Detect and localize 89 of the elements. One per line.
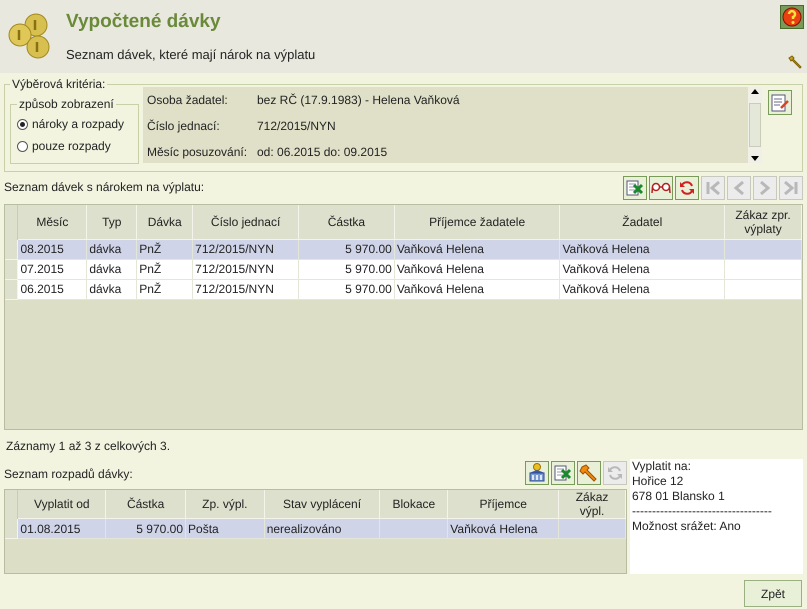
- column-header[interactable]: Zp. výpl.: [186, 490, 264, 518]
- field-label: Měsíc posuzování:: [147, 145, 248, 159]
- column-header[interactable]: Žadatel: [560, 205, 725, 239]
- table-cell: 07.2015: [20, 262, 64, 276]
- refresh-icon: [606, 464, 624, 482]
- column-header[interactable]: Příjemce: [448, 490, 559, 518]
- table-row[interactable]: 01.08.2015 5 970.00 Pošta nerealizováno Vaňková Helena: [5, 518, 626, 538]
- help-button[interactable]: [780, 5, 804, 29]
- column-header[interactable]: Zákaz zpr. výplaty: [724, 205, 802, 239]
- field-label: Číslo jednací:: [147, 119, 221, 133]
- table-cell: Vaňková Helena: [562, 262, 650, 276]
- column-header[interactable]: Částka: [106, 490, 186, 518]
- table-cell: 5 970.00: [345, 242, 392, 256]
- group-legend: způsob zobrazení: [17, 95, 116, 113]
- table-row[interactable]: 08.2015 dávka PnŽ 712/2015/NYN 5 970.00 Vaňková Helena Vaňková Helena: [5, 239, 802, 259]
- column-header[interactable]: Typ: [86, 205, 137, 239]
- table-cell: dávka: [89, 242, 122, 256]
- table-cell: 5 970.00: [345, 262, 392, 276]
- radio-button[interactable]: [17, 140, 28, 152]
- payout-line: Možnost srážet: Ano: [632, 519, 742, 534]
- table-cell: PnŽ: [139, 282, 162, 296]
- scroll-up-icon: [751, 89, 759, 94]
- toolbar-button[interactable]: [623, 176, 647, 200]
- edit-list-icon: [771, 94, 789, 112]
- edit-criteria-button[interactable]: [768, 90, 792, 115]
- toolbar-button[interactable]: [675, 176, 699, 200]
- table-cell: PnŽ: [139, 242, 162, 256]
- payout-line: 678 01 Blansko 1: [632, 489, 726, 504]
- payout-line: -----------------------------------: [632, 504, 773, 519]
- section-label: Seznam dávek s nárokem na výplatu:: [4, 179, 204, 196]
- table-cell: 712/2015/NYN: [195, 242, 274, 256]
- table-row[interactable]: 07.2015 dávka PnŽ 712/2015/NYN 5 970.00 Vaňková Helena Vaňková Helena: [5, 259, 802, 279]
- table-cell: dávka: [89, 282, 122, 296]
- table-cell: Vaňková Helena: [562, 282, 650, 296]
- field-label: Osoba žadatel:: [147, 93, 229, 107]
- column-header[interactable]: Dávka: [136, 205, 193, 239]
- help-icon: [782, 7, 802, 27]
- page-title: Vypočtené dávky: [66, 10, 222, 34]
- scrollbar[interactable]: [748, 87, 762, 163]
- section-label: Seznam rozpadů dávky:: [4, 466, 133, 483]
- toolbar-button[interactable]: [649, 176, 673, 200]
- refresh-icon: [678, 179, 696, 197]
- column-header[interactable]: Číslo jednací: [192, 205, 299, 239]
- table-cell: 01.08.2015: [20, 522, 80, 536]
- column-header[interactable]: Blokace: [380, 490, 448, 518]
- table-cell: dávka: [89, 262, 122, 276]
- column-header[interactable]: Příjemce žadatele: [394, 205, 560, 239]
- toolbar-button[interactable]: [577, 461, 601, 485]
- table-cell: PnŽ: [139, 262, 162, 276]
- field-value: 712/2015/NYN: [257, 118, 336, 135]
- table-cell: 5 970.00: [136, 522, 184, 536]
- payout-line: Hořice 12: [632, 474, 684, 489]
- group-legend: Výběrová kritéria:: [10, 75, 108, 93]
- spreadsheet-export-icon: [554, 464, 572, 482]
- column-header[interactable]: Měsíc: [18, 205, 87, 239]
- table-row[interactable]: 06.2015 dávka PnŽ 712/2015/NYN 5 970.00 Vaňková Helena Vaňková Helena: [5, 279, 802, 299]
- table-cell: 5 970.00: [345, 282, 392, 296]
- records-count: Záznamy 1 až 3 z celkových 3.: [6, 438, 172, 455]
- table-cell: 712/2015/NYN: [195, 262, 274, 276]
- spreadsheet-export-icon: [626, 179, 644, 197]
- table-cell: 08.2015: [20, 242, 64, 256]
- scroll-thumb[interactable]: [749, 103, 761, 147]
- back-button[interactable]: Zpět: [744, 580, 802, 607]
- field-value: bez RČ (17.9.1983) - Helena Vaňková: [257, 92, 460, 109]
- table-cell: Vaňková Helena: [396, 262, 484, 276]
- table-cell: 712/2015/NYN: [195, 282, 274, 296]
- table-cell: Vaňková Helena: [396, 242, 484, 256]
- first-page-icon: [704, 179, 722, 197]
- table-cell: Vaňková Helena: [562, 242, 650, 256]
- column-header[interactable]: Stav vyplácení: [264, 490, 380, 518]
- radio-label: pouze rozpady: [32, 138, 111, 155]
- radio-button[interactable]: [17, 118, 28, 130]
- glasses-icon: [651, 181, 671, 195]
- page-subtitle: Seznam dávek, které mají nárok na výplatu: [66, 46, 316, 64]
- scroll-down-icon: [751, 156, 759, 161]
- column-header[interactable]: Zákaz výpl.: [558, 490, 626, 518]
- toolbar-button[interactable]: [551, 461, 575, 485]
- column-header[interactable]: Vyplatit od: [18, 490, 106, 518]
- radio-label: nároky a rozpady: [32, 116, 124, 133]
- last-page-icon: [782, 179, 800, 197]
- table-cell: Vaňková Helena: [396, 282, 484, 296]
- toolbar-button[interactable]: [525, 461, 549, 485]
- table-cell: Pošta: [188, 522, 219, 536]
- table-cell: Vaňková Helena: [450, 522, 538, 536]
- field-value: od: 06.2015 do: 09.2015: [257, 144, 388, 161]
- table-cell: 06.2015: [20, 282, 64, 296]
- payout-line: Vyplatit na:: [632, 459, 692, 474]
- table-cell: nerealizováno: [266, 522, 342, 536]
- column-header[interactable]: Částka: [298, 205, 394, 239]
